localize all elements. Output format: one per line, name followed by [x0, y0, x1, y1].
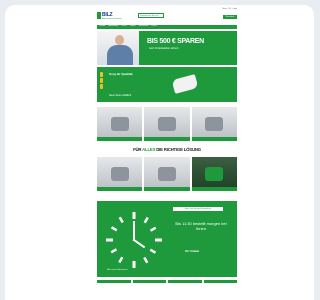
nav-item[interactable]: Service [122, 25, 127, 29]
solution-suffix: DIE RICHTIGE LÖSUNG [155, 147, 201, 152]
clock-icon [106, 212, 162, 268]
tool-icon [100, 72, 103, 77]
tile-caption-bar [191, 187, 237, 191]
footer-link-bar [97, 280, 237, 283]
product-grid-bottom [97, 157, 237, 191]
tile-caption-bar [97, 137, 143, 141]
tool-icon [100, 78, 103, 83]
product-image [205, 167, 224, 181]
product-image [157, 117, 177, 131]
delivery-clock-banner[interactable]: Mehr Zeit für das Wesentliche Bis 11:30 … [97, 201, 237, 277]
banner-title: Mehr Zeit für das Wesentliche [173, 207, 223, 211]
nav-item[interactable]: Unternehmen [139, 25, 149, 29]
product-tile[interactable] [97, 157, 143, 191]
product-tile[interactable] [144, 157, 190, 191]
person-head [115, 35, 124, 45]
tile-caption-bar [144, 137, 190, 141]
nav-item[interactable]: Karriere [130, 25, 136, 29]
banner-footer: Ihr Urlaub [185, 249, 200, 253]
product-grid-top [97, 107, 237, 141]
solution-prefix: FÜR [133, 147, 143, 152]
website-page-thumbnail: BILZ Ausrüstung für Präzision Kontaktier… [94, 7, 240, 297]
banner-note[interactable]: Mehr zum Lieferservice [107, 269, 128, 271]
main-nav: Produkte Anwendungen Service Karriere Un… [97, 25, 237, 29]
product-tile[interactable] [144, 107, 190, 141]
footer-link[interactable] [132, 280, 166, 283]
promo-icon-column [100, 72, 105, 90]
utility-links[interactable]: Menu · DE · Login [222, 8, 237, 10]
cart-button[interactable]: Warenkorb [223, 15, 237, 19]
hero-banner[interactable]: BIS 500 € SPAREN Jetzt Vorteilsaktion si… [97, 31, 237, 65]
logo[interactable]: BILZ Ausrüstung für Präzision [97, 12, 122, 20]
promo-tagline: Neue Serie erhältlich [109, 94, 132, 97]
promo-title: Sorg dir Qualität [109, 72, 133, 76]
product-image [110, 167, 129, 181]
product-tile[interactable] [191, 157, 237, 191]
product-tile[interactable] [97, 107, 143, 141]
product-image [205, 117, 224, 131]
solution-headline: FÜR ALLES DIE RICHTIGE LÖSUNG [97, 147, 237, 152]
person-body [107, 45, 133, 65]
nav-item[interactable]: Produkte [99, 25, 105, 29]
site-header: BILZ Ausrüstung für Präzision Kontaktier… [94, 7, 240, 25]
promo-product-image [171, 74, 199, 94]
product-image [157, 167, 177, 181]
footer-link[interactable] [97, 280, 131, 283]
hero-person-image [97, 31, 139, 65]
logo-subtitle: Ausrüstung für Präzision [102, 18, 122, 20]
product-tile[interactable] [191, 107, 237, 141]
solution-accent: ALLES [142, 147, 156, 152]
tile-caption-bar [144, 187, 190, 191]
nav-item[interactable]: Kontakt [151, 25, 156, 29]
tile-caption-bar [97, 187, 143, 191]
tile-caption-bar [191, 137, 237, 141]
footer-link[interactable] [203, 280, 237, 283]
contact-button[interactable]: Kontaktieren Sie uns [138, 13, 164, 18]
logo-mark-icon [97, 12, 101, 19]
hero-subtitle: Jetzt Vorteilsaktion sichern [149, 47, 179, 50]
footer-link[interactable] [168, 280, 202, 283]
tool-icon [100, 84, 103, 89]
promo-banner[interactable]: Sorg dir Qualität Neue Serie erhältlich [97, 67, 237, 102]
nav-item[interactable]: Anwendungen [108, 25, 118, 29]
hero-title: BIS 500 € SPAREN [147, 38, 204, 45]
banner-body: Bis 11:30 bestellt morgen bei Ihnen [175, 221, 227, 231]
product-image [110, 117, 129, 131]
